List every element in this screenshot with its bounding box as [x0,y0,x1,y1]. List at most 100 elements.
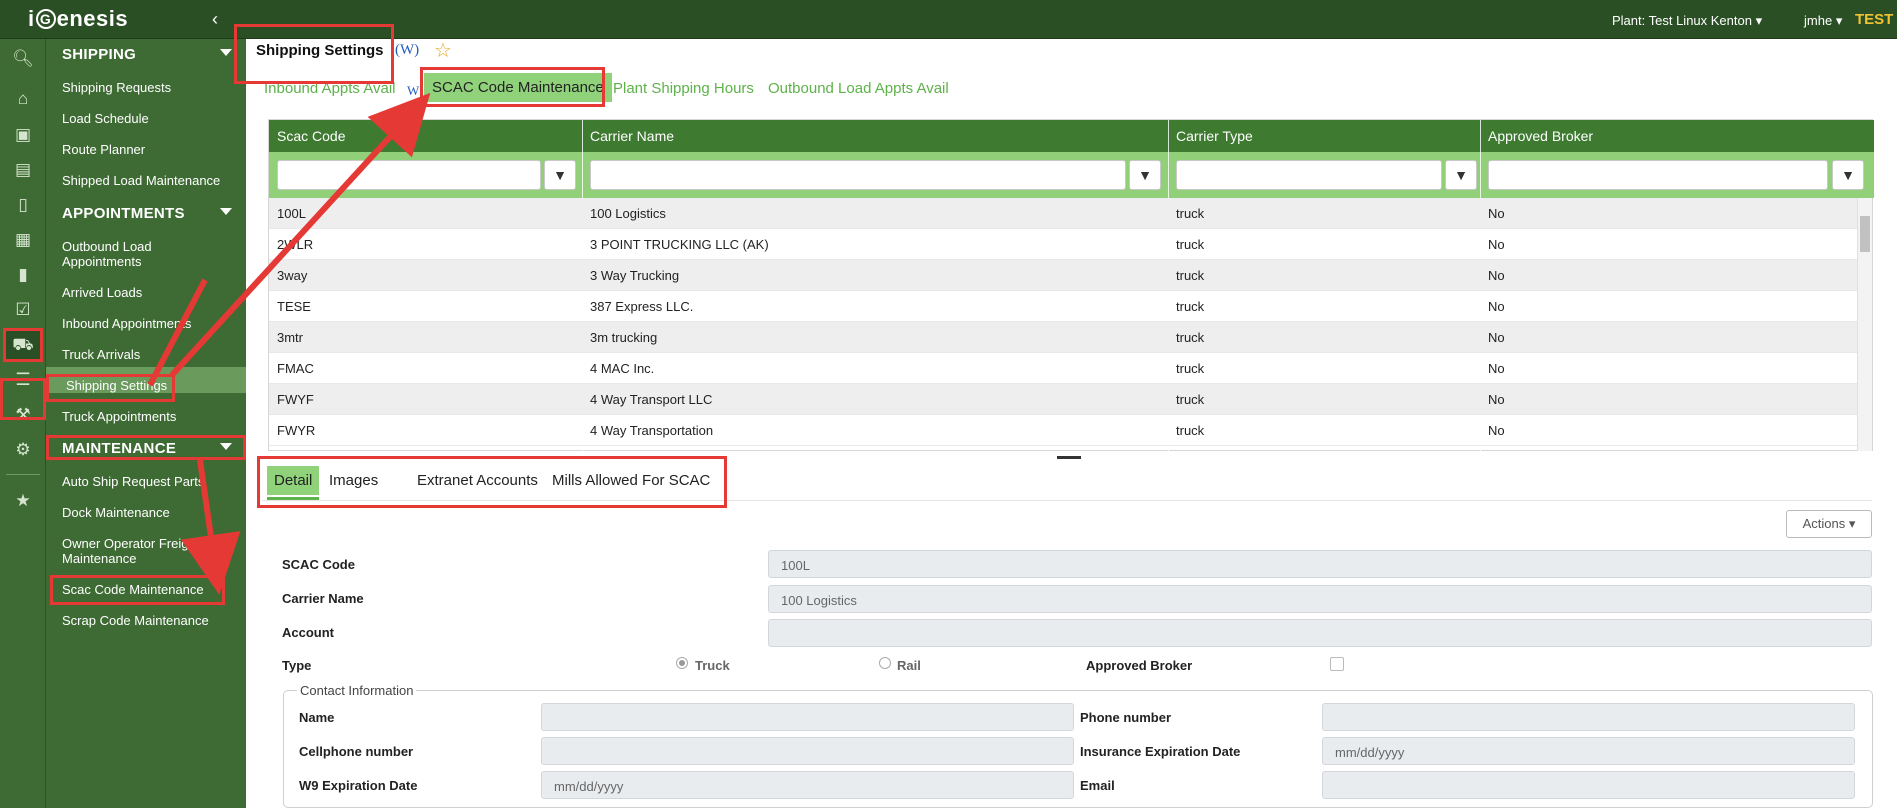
sidebar-item-shipping-settings[interactable]: Shipping Settings [66,378,167,393]
document-icon[interactable]: ▯ [6,191,40,219]
contact-information-legend: Contact Information [297,683,417,698]
w9-expiration-date-field[interactable]: mm/dd/yyyy [541,771,1074,799]
column-header-scac-code[interactable]: Scac Code [277,128,345,144]
filter-scac-code-input[interactable] [277,160,541,190]
sidebar-section-maintenance[interactable]: MAINTENANCE [62,440,246,457]
sidebar-item-shipping-requests[interactable]: Shipping Requests [62,80,171,95]
type-rail-radio[interactable] [879,657,891,669]
cellphone-number-field[interactable] [541,737,1074,765]
sidebar-item-shipped-load-maintenance[interactable]: Shipped Load Maintenance [62,173,220,188]
cell-scac-code: 3way [277,268,308,283]
filter-icon[interactable]: ▼ [1129,160,1161,190]
cell-scac-code: FWYR [277,423,316,438]
sidebar-item-outbound-load-appointments[interactable]: Outbound Load Appointments [62,239,182,269]
table-row[interactable]: 3mtr 3m trucking truck No [269,322,1859,353]
carrier-name-field[interactable]: 100 Logistics [768,585,1872,613]
cell-carrier-name: 4 Way Transport LLC [590,392,713,407]
filter-icon[interactable]: ▼ [1445,160,1477,190]
table-row[interactable]: FWYF 4 Way Transport LLC truck No [269,384,1859,415]
cell-approved-broker: No [1488,237,1505,252]
app-logo[interactable]: i Genesis [28,6,128,32]
splitter-handle[interactable] [1057,456,1081,459]
sidebar-item-arrived-loads[interactable]: Arrived Loads [62,285,142,300]
collapse-sidebar-icon[interactable]: ‹ [212,9,218,30]
sidebar-item-scac-code-maintenance[interactable]: Scac Code Maintenance [62,582,204,597]
table-row[interactable]: FMAC 4 MAC Inc. truck No [269,353,1859,384]
sidebar-item-inbound-appointments[interactable]: Inbound Appointments [62,316,191,331]
calendar-icon[interactable]: ▦ [6,226,40,254]
filter-carrier-type-input[interactable] [1176,160,1442,190]
warehouse-icon[interactable]: ▤ [6,156,40,184]
tab-inbound-appts-avail[interactable]: Inbound Appts Avail [264,80,396,97]
sidebar-section-appointments[interactable]: APPOINTMENTS [62,205,246,222]
gears-icon[interactable]: ⚙ [6,436,40,464]
sidebar-item-owner-operator-freight-maintenance[interactable]: Owner Operator Freight Maintenance [62,536,242,566]
wrench-icon[interactable]: ⚒ [6,401,40,429]
section-title: SHIPPING [62,46,137,63]
table-row[interactable]: TESE 387 Express LLC. truck No [269,291,1859,322]
report-icon[interactable]: ☰ [6,366,40,394]
wiki-icon[interactable]: W [407,83,419,99]
tab-mills-allowed-for-scac[interactable]: Mills Allowed For SCAC [552,472,710,489]
sidebar-item-scrap-code-maintenance[interactable]: Scrap Code Maintenance [62,613,209,628]
favorite-star-icon[interactable]: ☆ [434,38,452,63]
tab-extranet-accounts[interactable]: Extranet Accounts [417,472,538,489]
scrollbar-thumb[interactable] [1860,216,1870,252]
cell-scac-code: FMAC [277,361,314,376]
phone-number-label: Phone number [1080,710,1172,725]
column-header-approved-broker[interactable]: Approved Broker [1488,128,1593,144]
sidebar-item-truck-appointments[interactable]: Truck Appointments [62,409,176,424]
scac-code-field[interactable]: 100L [768,550,1872,578]
truck-icon[interactable]: ⛟ [3,328,43,362]
tab-detail[interactable]: Detail [267,466,320,495]
sidebar-item-load-schedule[interactable]: Load Schedule [62,111,149,126]
insurance-expiration-date-field[interactable]: mm/dd/yyyy [1322,737,1855,765]
sidebar-item-auto-ship-request-parts[interactable]: Auto Ship Request Parts [62,474,204,489]
filter-carrier-name-input[interactable] [590,160,1126,190]
home-icon[interactable]: ⌂ [6,85,40,113]
filter-icon[interactable]: ▼ [1832,160,1864,190]
sidebar-item-dock-maintenance[interactable]: Dock Maintenance [62,505,170,520]
scac-code-grid: Scac Code Carrier Name Carrier Type Appr… [268,119,1874,452]
factory-icon[interactable]: ▮ [6,261,40,289]
cell-approved-broker: No [1488,330,1505,345]
search-icon[interactable]: 🔍︎ [6,45,40,73]
tab-plant-shipping-hours[interactable]: Plant Shipping Hours [613,80,754,97]
cell-carrier-type: truck [1176,330,1205,345]
column-header-carrier-type[interactable]: Carrier Type [1176,128,1253,144]
w9-expiration-date-label: W9 Expiration Date [299,778,418,793]
plant-label: Plant: Test Linux Kenton [1612,13,1752,28]
wiki-link[interactable]: (W) [395,42,419,59]
grid-scrollbar[interactable] [1857,198,1872,451]
clipboard-check-icon[interactable]: ☑ [6,296,40,324]
table-row[interactable]: FWYR 4 Way Transportation truck No [269,415,1859,446]
tab-scac-code-maintenance[interactable]: SCAC Code Maintenance [424,73,612,102]
sidebar-item-route-planner[interactable]: Route Planner [62,142,145,157]
type-truck-radio[interactable] [676,657,688,669]
sidebar-section-shipping[interactable]: SHIPPING [62,46,246,63]
cell-approved-broker: No [1488,392,1505,407]
actions-dropdown-button[interactable]: Actions ▾ [1786,510,1872,538]
sidebar-item-truck-arrivals[interactable]: Truck Arrivals [62,347,140,362]
table-row[interactable]: 2WLR 3 POINT TRUCKING LLC (AK) truck No [269,229,1859,260]
phone-number-field[interactable] [1322,703,1855,731]
email-label: Email [1080,778,1115,793]
chevron-down-icon: ▾ [1835,13,1843,28]
tab-outbound-load-appts-avail[interactable]: Outbound Load Appts Avail [768,80,949,97]
plant-selector[interactable]: Plant: Test Linux Kenton ▾ [1612,13,1762,29]
email-field[interactable] [1322,771,1855,799]
star-icon[interactable]: ★ [6,487,40,515]
account-field[interactable] [768,619,1872,647]
forklift-icon[interactable]: ▣ [6,121,40,149]
column-header-carrier-name[interactable]: Carrier Name [590,128,674,144]
name-field[interactable] [541,703,1074,731]
top-bar: i Genesis ‹ Plant: Test Linux Kenton ▾ jm… [0,0,1897,39]
table-row[interactable]: 3way 3 Way Trucking truck No [269,260,1859,291]
table-row[interactable]: 100L 100 Logistics truck No [269,198,1859,229]
user-menu[interactable]: jmhe ▾ [1804,13,1842,29]
filter-icon[interactable]: ▼ [544,160,576,190]
approved-broker-checkbox[interactable] [1330,657,1344,671]
cell-carrier-name: 387 Express LLC. [590,299,694,314]
filter-approved-broker-input[interactable] [1488,160,1828,190]
tab-images[interactable]: Images [329,472,378,489]
